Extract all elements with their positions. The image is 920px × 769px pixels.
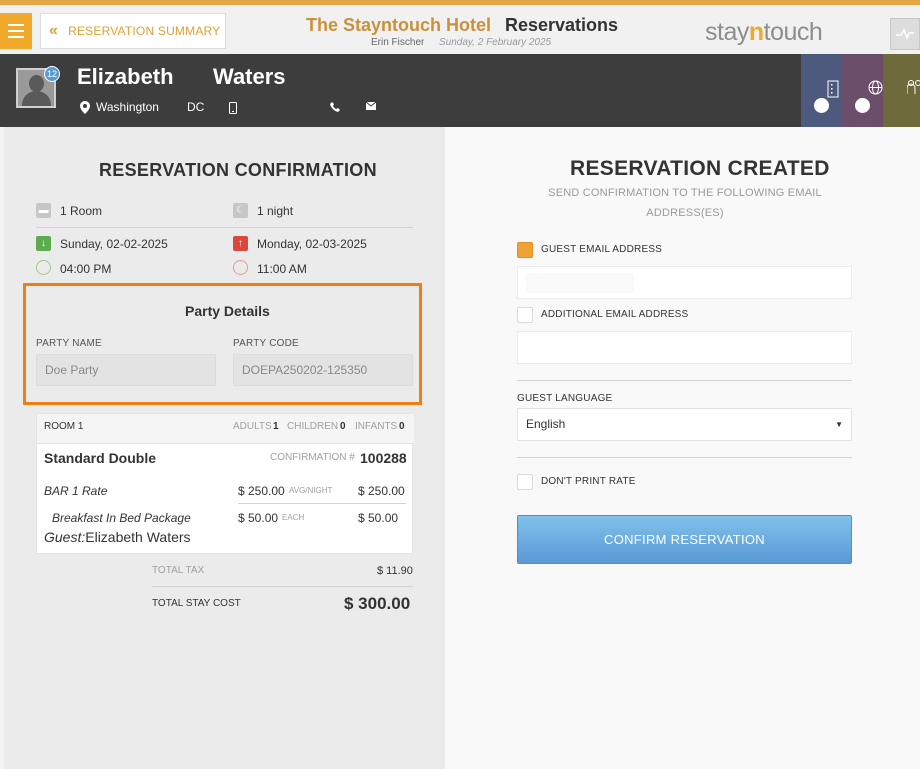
hotel-name: The Stayntouch Hotel <box>306 15 492 35</box>
children-label: CHILDREN <box>287 421 339 432</box>
menu-button[interactable] <box>0 13 32 49</box>
total-stay-label: TOTAL STAY COST <box>152 598 241 609</box>
rate-name: BAR 1 Rate <box>44 484 108 498</box>
departure-arrow-icon: ↑ <box>233 236 248 251</box>
globe-icon <box>868 80 883 95</box>
clock-icon <box>36 260 51 275</box>
additional-email-label: ADDITIONAL EMAIL ADDRESS <box>541 309 689 320</box>
people-icon <box>907 80 920 94</box>
divider <box>517 380 852 381</box>
reservation-created-panel <box>445 127 920 769</box>
people-tab[interactable] <box>883 54 920 127</box>
room-type: Standard Double <box>44 450 157 466</box>
phone-icon[interactable] <box>330 102 340 115</box>
arrival-date: Sunday, 02-02-2025 <box>60 237 168 251</box>
addon-price: $ 50.00 <box>238 511 279 525</box>
room-count: 1 Room <box>60 204 103 218</box>
confirm-reservation-label: CONFIRM RESERVATION <box>604 532 765 547</box>
guest-state: DC <box>186 100 205 114</box>
room-label: ROOM 1 <box>44 421 84 432</box>
divider <box>36 227 413 228</box>
addon-total: $ 50.00 <box>358 511 399 525</box>
building-icon <box>827 80 839 98</box>
email-icon[interactable] <box>365 101 377 113</box>
additional-email-checkbox[interactable] <box>517 307 533 323</box>
addon-guest: Guest:Elizabeth Waters <box>44 529 191 545</box>
guest-email-checkbox[interactable] <box>517 242 533 258</box>
business-date: Sunday, 2 February 2025 <box>439 37 552 48</box>
rate-price: $ 250.00 <box>238 484 285 498</box>
globe-tab[interactable] <box>842 54 883 127</box>
guest-bar: 12 Elizabeth Waters Washington DC <box>0 54 920 127</box>
guest-location: Washington DC <box>80 100 204 114</box>
activity-button[interactable] <box>890 18 920 50</box>
guest-city: Washington <box>96 100 159 114</box>
addon-name: Breakfast In Bed Package <box>52 511 191 525</box>
room-icon: ▬ <box>36 203 51 218</box>
departure-date: Monday, 02-03-2025 <box>257 237 367 251</box>
party-name-field[interactable]: Doe Party <box>36 354 216 386</box>
divider <box>238 503 406 504</box>
guest-language-select[interactable]: English ▼ <box>517 408 852 441</box>
rate-unit: AVG/NIGHT <box>289 486 333 495</box>
additional-email-input[interactable] <box>517 331 852 364</box>
moon-icon: ☾ <box>233 203 248 218</box>
guest-email-label: GUEST EMAIL ADDRESS <box>541 244 663 255</box>
guest-language-label: GUEST LANGUAGE <box>517 393 613 404</box>
stay-count-badge: 12 <box>44 66 60 82</box>
clock-icon <box>233 260 248 275</box>
guest-language-value: English <box>526 417 566 431</box>
total-tax-value: $ 11.90 <box>377 565 413 577</box>
stayntouch-logo: stayntouch <box>705 18 823 46</box>
departure-time: 11:00 AM <box>257 262 307 276</box>
top-bar: « RESERVATION SUMMARY The Stayntouch Hot… <box>0 0 920 54</box>
caret-down-icon: ▼ <box>835 420 843 429</box>
dont-print-rate-checkbox[interactable] <box>517 474 533 490</box>
adults-count: 1 <box>273 421 279 432</box>
menu-icon <box>8 24 24 26</box>
confirmation-number: 100288 <box>360 450 407 466</box>
addon-unit: EACH <box>282 513 305 522</box>
total-tax-label: TOTAL TAX <box>152 565 205 576</box>
total-stay-value: $ 300.00 <box>344 594 411 613</box>
location-pin-icon <box>80 100 90 114</box>
arrival-arrow-icon: ↓ <box>36 236 51 251</box>
guest-first-name: Elizabeth <box>77 64 174 89</box>
guest-email-input[interactable] <box>517 266 852 299</box>
dont-print-rate-label: DON'T PRINT RATE <box>541 476 636 487</box>
user-name: Erin Fischer <box>371 37 425 48</box>
divider <box>152 586 413 587</box>
night-count: 1 night <box>257 204 294 218</box>
page-title: Reservations <box>505 15 619 35</box>
infants-label: INFANTS <box>355 421 398 432</box>
children-count: 0 <box>340 421 346 432</box>
reservation-created-subheading: SEND CONFIRMATION TO THE FOLLOWING EMAIL… <box>548 187 822 219</box>
arrival-time: 04:00 PM <box>60 262 112 276</box>
chevron-double-left-icon: « <box>49 22 59 39</box>
party-details-title: Party Details <box>185 303 270 319</box>
hotel-tab[interactable] <box>801 54 842 127</box>
rate-total: $ 250.00 <box>358 484 405 498</box>
party-name-label: PARTY NAME <box>36 338 102 349</box>
infants-count: 0 <box>399 421 405 432</box>
reservation-summary-label: RESERVATION SUMMARY <box>68 24 221 38</box>
divider <box>517 457 852 458</box>
guest-last-name: Waters <box>213 64 286 89</box>
reservation-confirmation-heading: RESERVATION CONFIRMATION <box>99 160 377 180</box>
mobile-phone-icon[interactable] <box>229 102 237 117</box>
confirmation-number-label: CONFIRMATION # <box>270 452 355 463</box>
confirm-reservation-button[interactable]: CONFIRM RESERVATION <box>517 515 852 564</box>
adults-label: ADULTS <box>233 421 272 432</box>
addon-guest-name: Elizabeth Waters <box>85 529 191 545</box>
reservation-created-heading: RESERVATION CREATED <box>570 157 830 180</box>
reservation-summary-button[interactable]: « RESERVATION SUMMARY <box>40 13 226 49</box>
party-code-label: PARTY CODE <box>233 338 299 349</box>
party-code-field[interactable]: DOEPA250202-125350 <box>233 354 413 386</box>
activity-icon <box>896 28 914 40</box>
